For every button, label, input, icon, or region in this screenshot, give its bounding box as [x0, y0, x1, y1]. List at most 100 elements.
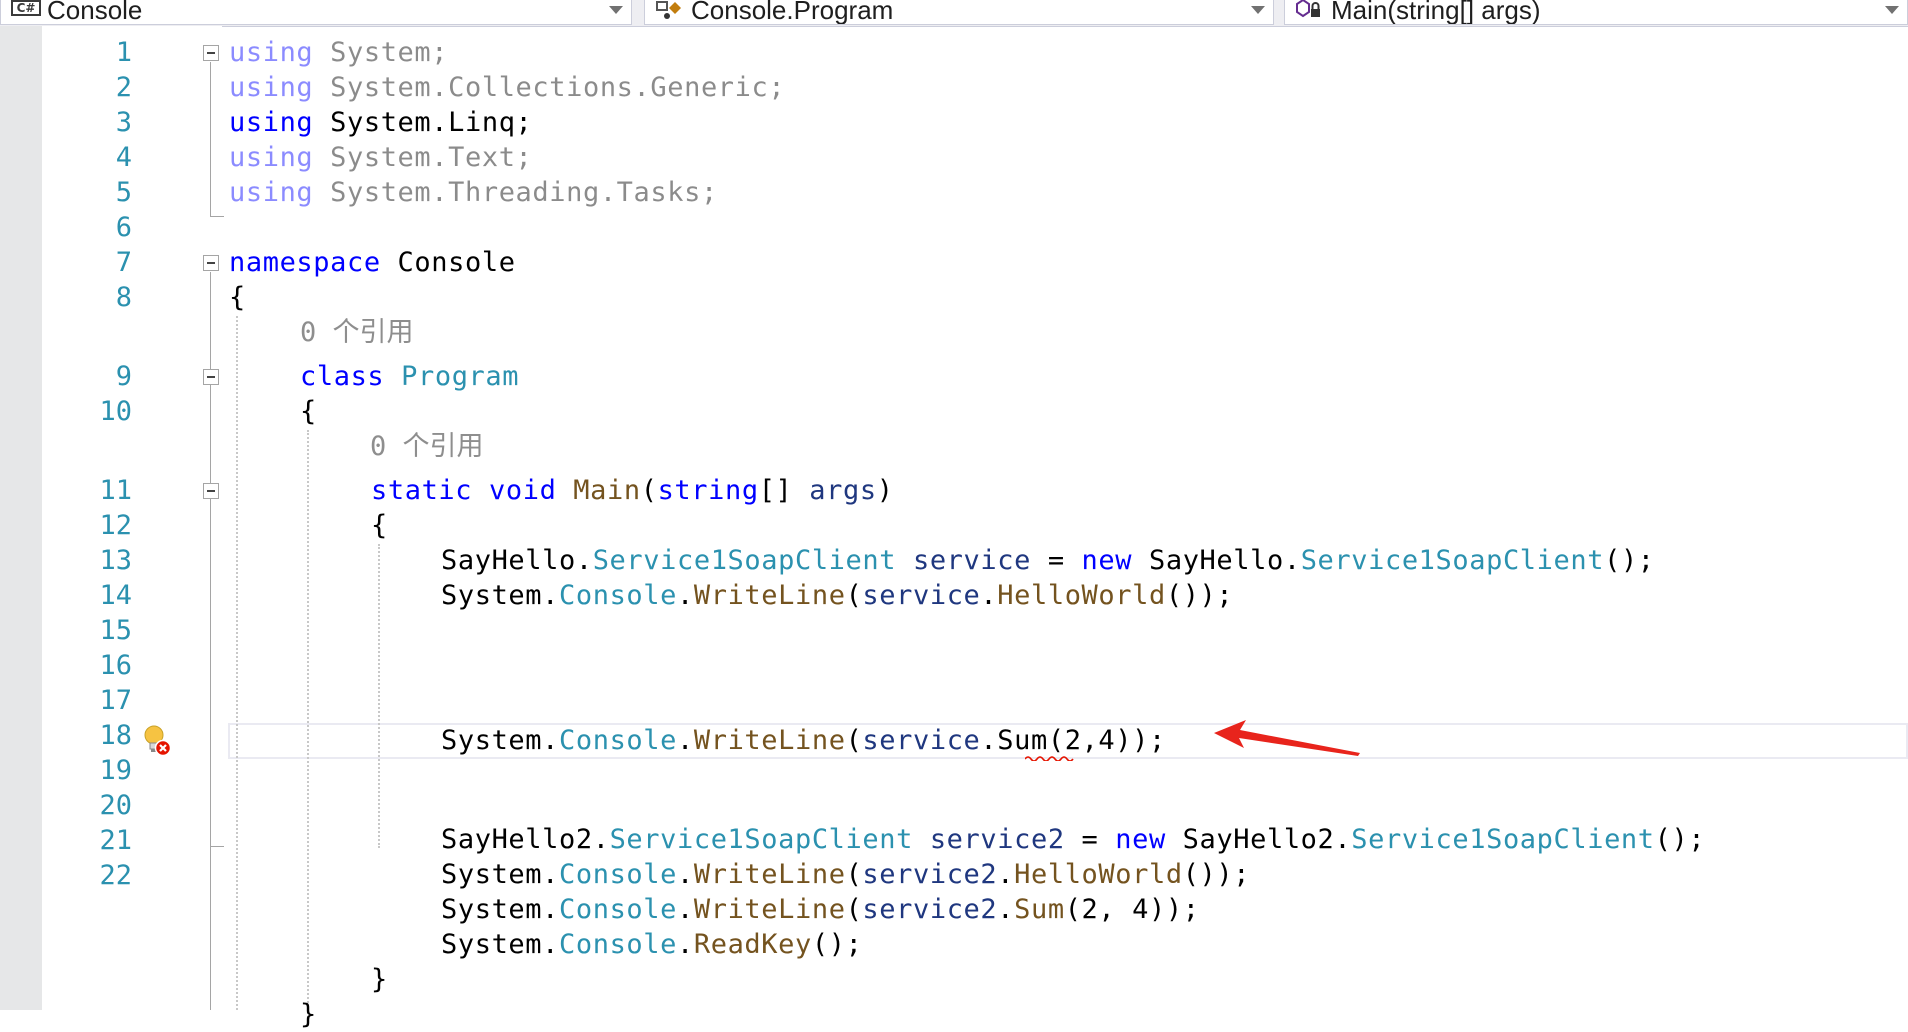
code-editor[interactable]: 1 2 3 4 5 6 7 8 9 10 11 12 13 14 15 16 1…: [0, 26, 1908, 1030]
code-text: (: [845, 580, 863, 611]
line-number: 17: [99, 685, 132, 716]
collapse-class-toggle[interactable]: [203, 369, 219, 385]
code-text: System.: [441, 929, 559, 960]
local-name: service2: [929, 824, 1065, 855]
method-name: ReadKey: [693, 929, 812, 960]
line-number: 11: [99, 475, 132, 506]
code-line-11: static void Main(string[] args): [371, 474, 894, 508]
code-line-15: System.Console.WriteLine(service.Sum(2,4…: [441, 724, 1166, 758]
keyword: using: [229, 37, 314, 68]
keyword: using: [229, 72, 314, 103]
type-dropdown[interactable]: Console.Program: [644, 0, 1274, 25]
method-icon: [1296, 0, 1320, 18]
collapse-namespace-toggle[interactable]: [203, 255, 219, 271]
line-number: 1: [115, 37, 132, 68]
code-text: System.Text;: [313, 142, 533, 173]
code-text: .: [677, 894, 694, 925]
code-line-1: using System;: [229, 36, 448, 70]
keyword: using: [229, 107, 314, 138]
code-text: System.Collections.Generic;: [313, 72, 786, 103]
line-number: 12: [99, 510, 132, 541]
line-number: 18: [99, 720, 132, 751]
line-number: 3: [115, 107, 132, 138]
error-method-name[interactable]: Sum: [997, 725, 1048, 756]
line-number: 2: [115, 72, 132, 103]
code-text: System;: [313, 37, 449, 68]
code-text: .: [677, 725, 694, 756]
error-squiggle[interactable]: [1025, 755, 1075, 761]
code-line-18: System.Console.WriteLine(service2.HelloW…: [441, 858, 1250, 892]
project-dropdown[interactable]: C# Console: [0, 0, 632, 25]
method-name: Main: [573, 475, 641, 506]
line-number: 7: [115, 247, 132, 278]
annotation-arrow-icon: [1214, 720, 1360, 756]
line-number: 4: [115, 142, 132, 173]
code-text: .: [997, 859, 1015, 890]
chevron-down-icon[interactable]: [609, 6, 623, 14]
code-text: System.: [441, 859, 559, 890]
method-name: HelloWorld: [997, 580, 1166, 611]
code-line-10: {: [300, 396, 317, 427]
code-text: =: [1030, 545, 1082, 576]
method-name: Sum: [1014, 894, 1065, 925]
keyword: class: [300, 361, 385, 392]
code-text: .: [980, 725, 998, 756]
class-icon: [656, 1, 681, 19]
method-name: WriteLine: [693, 580, 846, 611]
code-line-7: namespace Console: [229, 246, 516, 280]
line-number: 21: [99, 825, 132, 856]
code-text: SayHello.: [1132, 545, 1301, 576]
collapse-usings-toggle[interactable]: [203, 45, 219, 61]
code-line-3: using System.Linq;: [229, 106, 532, 140]
code-line-5: using System.Threading.Tasks;: [229, 176, 718, 210]
line-number: 5: [115, 177, 132, 208]
code-line-20: System.Console.ReadKey();: [441, 928, 862, 962]
csharp-project-icon: C#: [11, 0, 41, 16]
parameter-name: args: [809, 475, 877, 506]
navigation-bar: C# Console Console.Program Main(string[]…: [0, 0, 1908, 27]
collapse-method-toggle[interactable]: [203, 483, 219, 499]
code-text: =: [1064, 824, 1116, 855]
chevron-down-icon[interactable]: [1251, 6, 1265, 14]
line-number: 22: [99, 860, 132, 891]
codelens-references[interactable]: 0 个引用: [370, 430, 484, 464]
code-line-17: SayHello2.Service1SoapClient service2 = …: [441, 823, 1705, 857]
method-name: WriteLine: [693, 859, 846, 890]
code-text: .: [980, 580, 998, 611]
local-name: service: [862, 580, 981, 611]
codelens-references[interactable]: 0 个引用: [300, 316, 414, 350]
line-number: 20: [99, 790, 132, 821]
indent-guide: [378, 544, 380, 848]
code-line-21: }: [371, 964, 388, 995]
type-name: Console: [559, 894, 677, 925]
keyword: string: [657, 475, 759, 506]
code-line-19: System.Console.WriteLine(service2.Sum(2,…: [441, 893, 1200, 927]
line-number: 16: [99, 650, 132, 681]
local-name: service2: [862, 859, 998, 890]
line-number: 19: [99, 755, 132, 786]
lightbulb-error-icon[interactable]: [141, 724, 173, 758]
code-text: (: [640, 475, 658, 506]
line-number: 14: [99, 580, 132, 611]
outline-line: [210, 62, 211, 216]
code-line-13: SayHello.Service1SoapClient service = ne…: [441, 544, 1655, 578]
code-text: (: [845, 725, 863, 756]
code-text: .: [997, 894, 1015, 925]
chevron-down-icon[interactable]: [1885, 6, 1899, 14]
outline-line: [210, 216, 224, 217]
code-text: System.: [441, 580, 559, 611]
member-dropdown-label: Main(string[] args): [1331, 0, 1541, 25]
member-dropdown[interactable]: Main(string[] args): [1284, 0, 1908, 25]
code-text: System.: [441, 894, 559, 925]
indent-guide: [236, 316, 238, 1010]
code-text: ());: [1165, 580, 1234, 611]
type-name: Console: [559, 929, 677, 960]
type-dropdown-label: Console.Program: [691, 0, 894, 25]
indent-guide: [307, 430, 309, 1010]
line-number: 6: [115, 212, 132, 243]
type-name: Console: [559, 859, 677, 890]
